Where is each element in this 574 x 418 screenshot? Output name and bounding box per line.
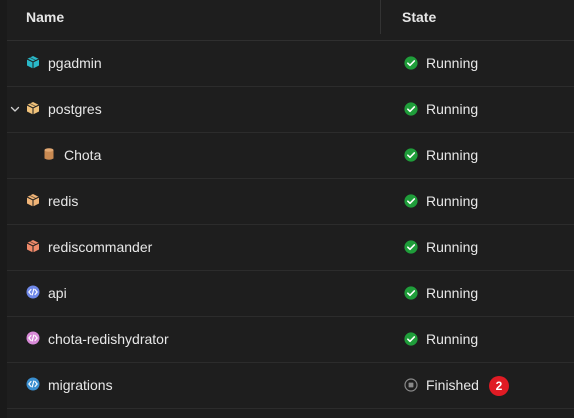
table-row[interactable]: redis Running [7,179,574,225]
check-circle-icon [404,194,418,208]
resource-name[interactable]: postgres [48,87,102,132]
resource-name[interactable]: Chota [64,133,101,178]
state-label: Running [426,101,479,117]
resource-name[interactable]: pgadmin [48,41,102,86]
check-circle-icon [404,56,418,70]
resource-name[interactable]: rediscommander [48,225,152,270]
container-icon [26,193,40,207]
table-row[interactable]: postgres Running [7,87,574,133]
container-icon [26,101,40,115]
code-project-icon [26,285,40,299]
check-circle-icon [404,240,418,254]
table-row[interactable]: rediscommander Running [7,225,574,271]
resource-name[interactable]: chota-redishydrator [48,317,169,362]
resources-table: Name State pgadmin Running postgres Running… [7,0,574,418]
check-circle-icon [404,332,418,346]
error-count-badge[interactable]: 2 [489,376,509,396]
table-row[interactable]: api Running [7,271,574,317]
container-icon [26,55,40,69]
check-circle-icon [404,286,418,300]
column-header-name[interactable]: Name [26,0,64,40]
code-project-icon [26,377,40,391]
state-label: Running [426,193,479,209]
column-header-state[interactable]: State [402,0,436,40]
code-project-icon [26,331,40,345]
check-circle-icon [404,102,418,116]
database-icon [42,147,56,161]
resources-panel: Name State pgadmin Running postgres Running… [0,0,574,418]
table-row[interactable]: chota-redishydrator Running [7,317,574,363]
check-circle-icon [404,148,418,162]
table-row[interactable]: pgadmin Running [7,41,574,87]
column-resize-handle[interactable] [380,0,381,34]
table-row[interactable]: Chota Running [7,133,574,179]
state-label: Running [426,239,479,255]
panel-edge [0,0,7,418]
table-header: Name State [7,0,574,41]
state-label: Running [426,285,479,301]
stop-circle-icon [404,378,418,392]
state-label: Finished [426,377,479,393]
resource-name[interactable]: api [48,271,67,316]
state-label: Running [426,147,479,163]
state-label: Running [426,55,479,71]
resource-name[interactable]: migrations [48,363,113,408]
resource-name[interactable]: redis [48,179,78,224]
chevron-down-icon[interactable] [9,102,21,114]
container-icon [26,239,40,253]
state-label: Running [426,331,479,347]
table-row[interactable]: migrations Finished 2 [7,363,574,409]
